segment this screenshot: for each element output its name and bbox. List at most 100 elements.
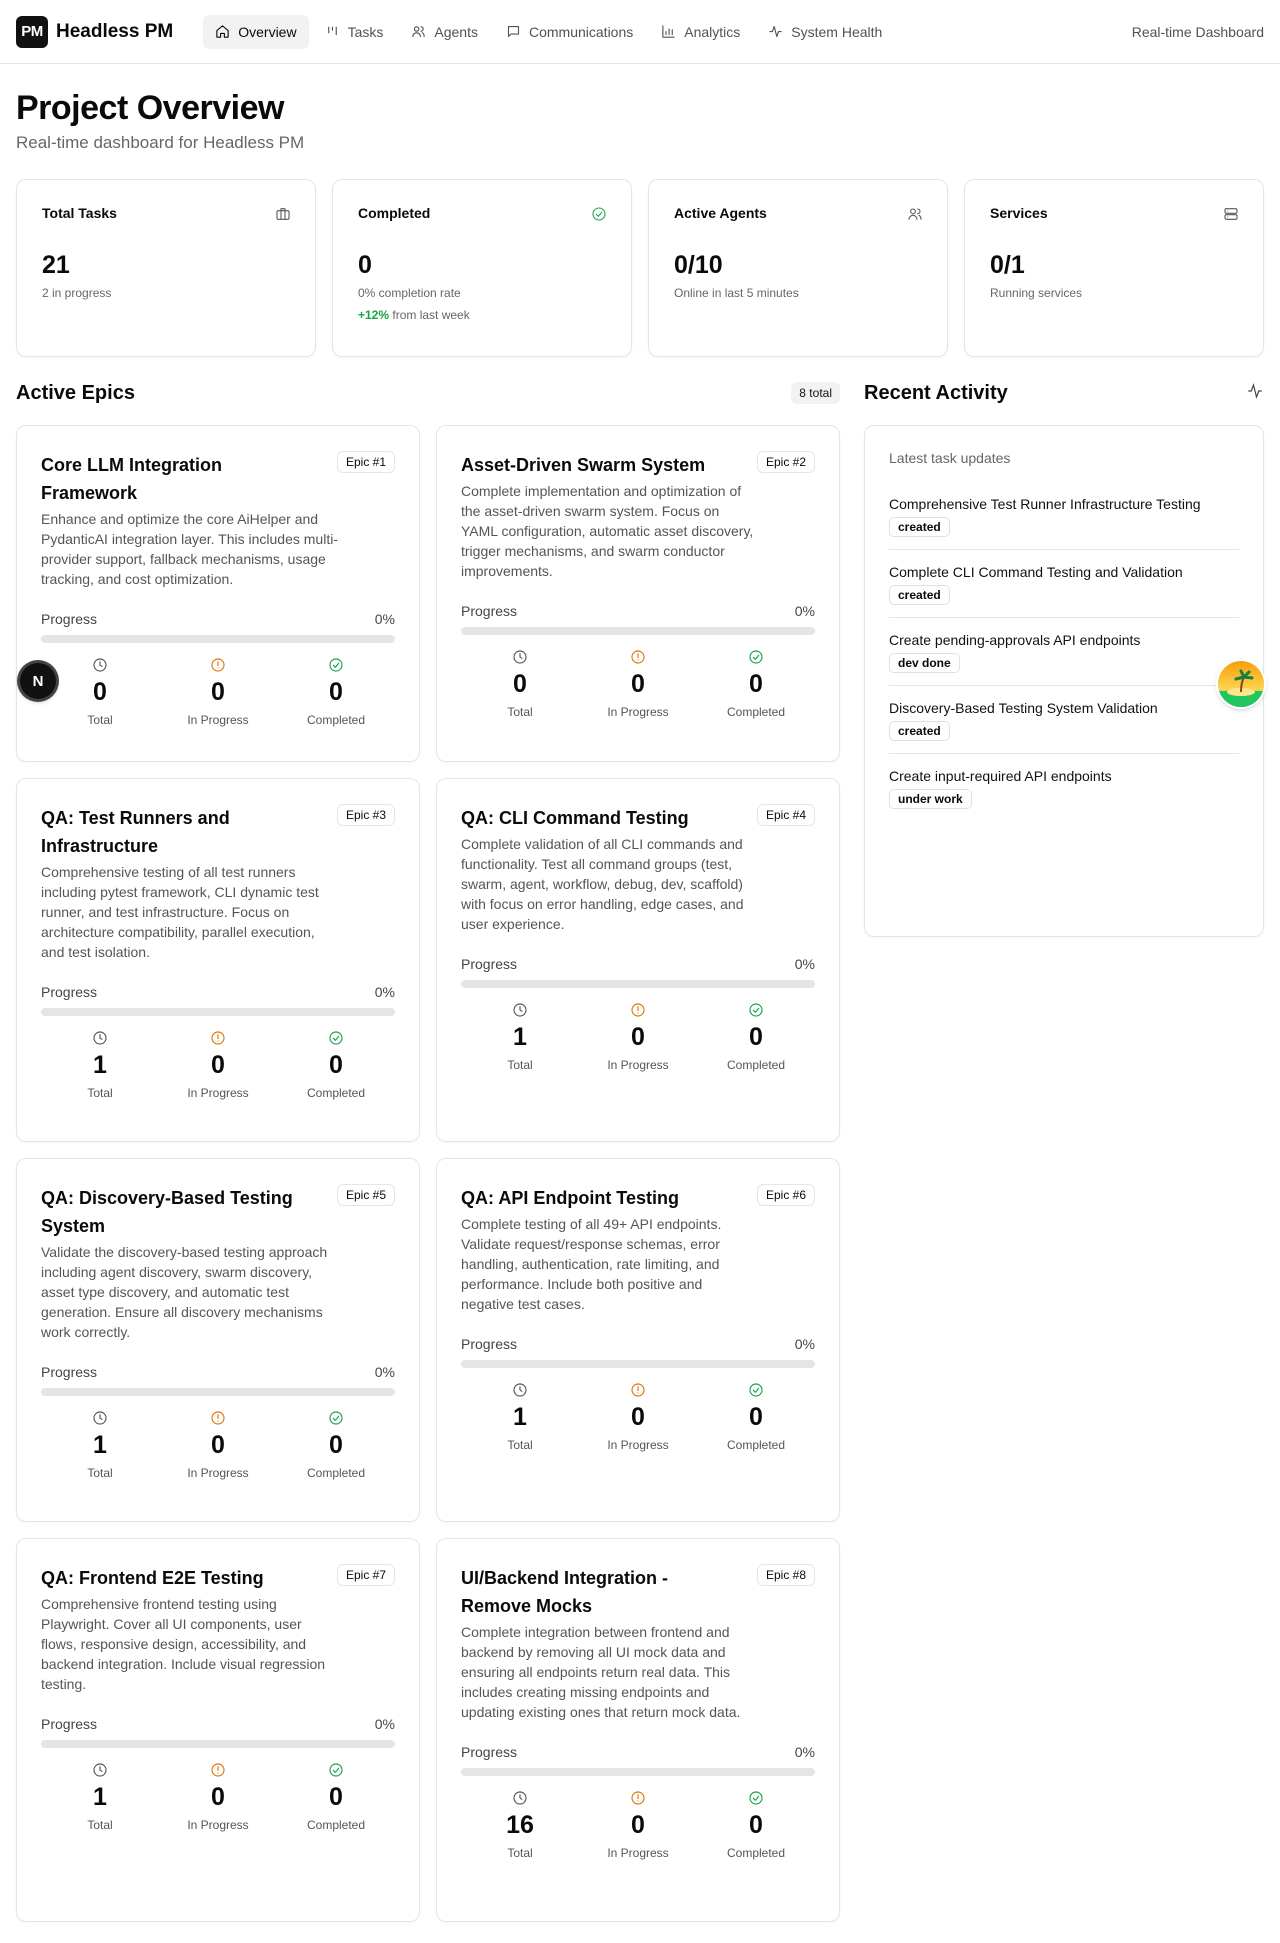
progress-label: Progress <box>41 1716 98 1732</box>
epic-counts: 1 Total 0 In Progress 0 Completed <box>41 1410 395 1480</box>
epic-counts: 1 Total 0 In Progress 0 Completed <box>41 1762 395 1832</box>
activity-title: Comprehensive Test Runner Infrastructure… <box>889 496 1201 512</box>
activity-item[interactable]: Complete CLI Command Testing and Validat… <box>889 564 1239 618</box>
clock-icon <box>92 1762 108 1778</box>
clock-icon <box>512 1002 528 1018</box>
alert-circle-icon <box>210 1030 226 1046</box>
epic-description: Complete integration between frontend an… <box>461 1624 741 1720</box>
stat-value: 0/10 <box>674 251 723 279</box>
count-value: 0 <box>749 1403 763 1431</box>
count-label: Completed <box>726 1438 786 1452</box>
trend-text: from last week <box>389 308 470 322</box>
count-in-progress: 0 In Progress <box>579 1790 697 1860</box>
kanban-icon <box>327 26 337 36</box>
dev-tools-badge[interactable]: N <box>20 663 56 699</box>
server-icon <box>1223 206 1239 222</box>
progress-label: Progress <box>461 1336 518 1352</box>
progress-percent: 0% <box>374 1716 395 1732</box>
count-value: 0 <box>211 1431 225 1459</box>
activity-icon <box>769 25 782 38</box>
count-completed: 0 Completed <box>277 657 395 727</box>
count-label: Completed <box>306 1466 366 1480</box>
activity-status-badge: under work <box>889 789 972 809</box>
activity-title: Create input-required API endpoints <box>889 768 1112 784</box>
epic-counts: 1 Total 0 In Progress 0 Completed <box>41 1030 395 1100</box>
count-label: Completed <box>306 1086 366 1100</box>
epic-card[interactable]: Asset-Driven Swarm System Epic #2 Comple… <box>436 425 840 762</box>
count-label: Completed <box>726 1058 786 1072</box>
activity-status-badge: dev done <box>889 653 960 673</box>
count-value: 0 <box>211 678 225 706</box>
count-value: 0 <box>749 670 763 698</box>
progress-percent: 0% <box>374 611 395 627</box>
count-completed: 0 Completed <box>697 1002 815 1072</box>
nav-system-health[interactable]: System Health <box>756 15 894 49</box>
progress-row: Progress 0% <box>461 1744 815 1760</box>
epic-counts: 1 Total 0 In Progress 0 Completed <box>461 1002 815 1072</box>
count-in-progress: 0 In Progress <box>159 1762 277 1832</box>
epic-card[interactable]: QA: CLI Command Testing Epic #4 Complete… <box>436 778 840 1142</box>
activity-item[interactable]: Comprehensive Test Runner Infrastructure… <box>889 496 1239 550</box>
floating-assistant-avatar[interactable] <box>1218 661 1264 707</box>
progress-label: Progress <box>41 611 98 627</box>
clock-icon <box>512 1790 528 1806</box>
count-label: Total <box>87 1086 113 1100</box>
page-title: Project Overview <box>16 89 284 127</box>
count-label: Total <box>87 713 113 727</box>
progress-percent: 0% <box>374 984 395 1000</box>
check-circle-icon <box>328 657 344 673</box>
epic-card[interactable]: Core LLM Integration Framework Epic #1 E… <box>16 425 420 762</box>
activity-title: Complete CLI Command Testing and Validat… <box>889 564 1183 580</box>
count-completed: 0 Completed <box>277 1762 395 1832</box>
home-icon <box>216 25 229 38</box>
brand[interactable]: PM Headless PM <box>16 15 173 48</box>
epic-card[interactable]: QA: Discovery-Based Testing System Epic … <box>16 1158 420 1522</box>
epic-counts: 0 Total 0 In Progress 0 Completed <box>461 649 815 719</box>
count-total: 1 Total <box>41 1762 159 1832</box>
stat-label: Total Tasks <box>42 205 117 221</box>
count-label: Completed <box>726 705 786 719</box>
progress-row: Progress 0% <box>41 1716 395 1732</box>
epic-card[interactable]: QA: Test Runners and Infrastructure Epic… <box>16 778 420 1142</box>
clock-icon <box>92 1030 108 1046</box>
epic-description: Complete validation of all CLI commands … <box>461 836 744 932</box>
stat-value: 0/1 <box>990 251 1025 279</box>
alert-circle-icon <box>210 657 226 673</box>
stat-trend: +12% from last week <box>358 308 606 322</box>
progress-bar <box>41 635 395 643</box>
epic-card[interactable]: QA: Frontend E2E Testing Epic #7 Compreh… <box>16 1538 420 1922</box>
epic-description: Comprehensive testing of all test runner… <box>41 864 319 960</box>
nav-tasks[interactable]: Tasks <box>313 15 396 49</box>
progress-bar <box>461 1360 815 1368</box>
epic-card[interactable]: UI/Backend Integration - Remove Mocks Ep… <box>436 1538 840 1922</box>
logo: PM <box>16 15 48 48</box>
bar-chart-icon <box>662 25 675 38</box>
count-value: 0 <box>329 1051 343 1079</box>
stat-note: Running services <box>990 286 1083 300</box>
check-circle-icon <box>328 1762 344 1778</box>
active-epics-section: Active Epics 8 total Core LLM Integratio… <box>16 381 840 1922</box>
alert-circle-icon <box>630 649 646 665</box>
epic-number-badge: Epic #7 <box>336 1564 395 1586</box>
progress-percent: 0% <box>794 603 815 619</box>
activity-item[interactable]: Create pending-approvals API endpoints de… <box>889 632 1239 686</box>
epic-counts: 1 Total 0 In Progress 0 Completed <box>461 1382 815 1452</box>
nav-agents[interactable]: Agents <box>399 15 490 49</box>
epic-counts: 0 Total 0 In Progress 0 Completed <box>41 657 395 727</box>
nav-label: System Health <box>791 23 883 40</box>
check-circle-icon <box>748 1382 764 1398</box>
nav-analytics[interactable]: Analytics <box>649 15 752 49</box>
count-in-progress: 0 In Progress <box>159 657 277 727</box>
activity-item[interactable]: Discovery-Based Testing System Validatio… <box>889 700 1239 754</box>
trend-value: +12% <box>358 308 390 322</box>
nav-communications[interactable]: Communications <box>494 15 645 49</box>
activity-item[interactable]: Create input-required API endpoints under… <box>889 768 1239 821</box>
nav-overview[interactable]: Overview <box>203 14 309 49</box>
stat-card-total-tasks: Total Tasks 21 2 in progress <box>16 179 316 357</box>
epics-header: Active Epics 8 total <box>16 381 840 405</box>
count-value: 16 <box>506 1811 534 1839</box>
clock-icon <box>512 1382 528 1398</box>
epic-card[interactable]: QA: API Endpoint Testing Epic #6 Complet… <box>436 1158 840 1522</box>
epic-number-badge: Epic #8 <box>756 1564 815 1586</box>
progress-label: Progress <box>461 956 518 972</box>
